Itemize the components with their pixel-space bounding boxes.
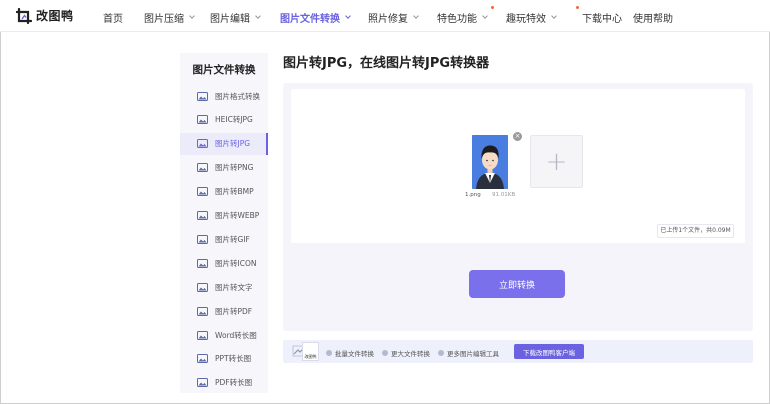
nav-compress[interactable]: 图片压缩: [144, 10, 195, 25]
chevron-down-icon: [482, 13, 488, 19]
uploaded-image-thumbnail[interactable]: [472, 135, 508, 189]
image-file-icon: [197, 91, 208, 101]
app-card-label: 改图鸭: [304, 354, 317, 359]
sidebar-item[interactable]: PDF转长图: [180, 372, 268, 394]
logo[interactable]: 改图鸭: [16, 7, 74, 24]
top-nav-bar: 改图鸭 首页 图片压缩 图片编辑 图片文件转换 照片修复 特色功能 趣玩特效 下…: [0, 0, 770, 32]
upload-status: 已上传1个文件，共0.09M: [657, 224, 734, 238]
nav-fun-effects-label: 趣玩特效: [506, 14, 546, 25]
sidebar-item-label: PDF转长图: [215, 378, 253, 388]
logo-icon: [16, 7, 32, 24]
nav-edit-label: 图片编辑: [210, 14, 250, 25]
check-icon: [438, 350, 444, 356]
nav-help-label: 使用帮助: [633, 14, 673, 25]
feature-more-tools: 更多图片编辑工具: [438, 348, 499, 358]
sidebar-title: 图片文件转换: [192, 64, 256, 76]
sidebar-item-label: 图片转WEBP: [215, 211, 260, 220]
sidebar-item[interactable]: 图片转PNG: [180, 157, 268, 179]
image-file-icon: [197, 211, 208, 220]
nav-photo-repair-label: 照片修复: [368, 14, 408, 25]
image-file-icon: [197, 139, 208, 149]
feature-large-file: 更大文件转换: [382, 348, 430, 358]
feature-large-file-label: 更大文件转换: [391, 350, 430, 358]
portrait-image: [472, 135, 508, 189]
sidebar-item[interactable]: HEIC转JPG: [180, 109, 268, 131]
image-file-icon: [197, 234, 208, 244]
image-file-icon: [197, 258, 208, 268]
chevron-down-icon: [413, 13, 419, 19]
sidebar-item-label: 图片格式转换: [215, 91, 260, 101]
nav-features[interactable]: 特色功能: [437, 10, 488, 25]
nav-file-convert[interactable]: 图片文件转换: [280, 10, 351, 25]
nav-edit[interactable]: 图片编辑: [210, 10, 261, 25]
nav-home[interactable]: 首页: [103, 10, 123, 25]
new-badge-dot: [576, 6, 579, 9]
check-icon: [326, 350, 332, 356]
image-file-icon: [197, 187, 208, 197]
sidebar-item-label: 图片转PNG: [215, 163, 254, 173]
nav-help[interactable]: 使用帮助: [633, 10, 673, 25]
sidebar-item-label: 图片转GIF: [215, 234, 250, 244]
chevron-down-icon: [189, 13, 195, 19]
image-file-icon: [197, 115, 208, 125]
chevron-down-icon: [255, 13, 261, 19]
sidebar-item[interactable]: 图片转GIF: [180, 228, 268, 250]
sidebar-item-label: PPT转长图: [215, 354, 252, 364]
image-file-icon: [197, 330, 208, 340]
feature-more-tools-label: 更多图片编辑工具: [447, 350, 499, 358]
nav-download[interactable]: 下载中心: [582, 10, 622, 25]
nav-compress-label: 图片压缩: [144, 14, 184, 25]
check-icon: [382, 350, 388, 356]
image-file-icon: [197, 282, 208, 292]
nav-file-convert-label: 图片文件转换: [280, 14, 340, 25]
sidebar-item-label: 图片转文字: [215, 282, 253, 292]
file-size: 91.01KB: [492, 192, 516, 198]
sidebar-item[interactable]: 图片转PDF: [180, 300, 268, 322]
sidebar-item-label: 图片转BMP: [215, 187, 254, 197]
nav-download-label: 下载中心: [582, 14, 622, 25]
nav-photo-repair[interactable]: 照片修复: [368, 10, 419, 25]
app-card: 改图鸭: [302, 342, 319, 361]
sidebar-item[interactable]: 图片转JPG: [180, 132, 268, 155]
feature-batch-label: 批量文件转换: [335, 350, 374, 358]
sidebar-item[interactable]: PPT转长图: [180, 348, 268, 370]
sidebar-item-label: HEIC转JPG: [215, 115, 253, 125]
plus-icon: +: [545, 146, 568, 177]
sidebar-item-label: Word转长图: [215, 330, 257, 340]
image-file-icon: [197, 378, 208, 388]
feature-batch: 批量文件转换: [326, 348, 374, 358]
chevron-down-icon: [551, 13, 557, 19]
sidebar-item-label: 图片转PDF: [215, 306, 253, 316]
image-file-icon: [197, 354, 208, 364]
nav-fun-effects[interactable]: 趣玩特效: [506, 10, 557, 25]
sidebar-item-label: 图片转ICON: [215, 258, 257, 268]
image-file-icon: [197, 306, 208, 316]
upload-area[interactable]: [291, 89, 745, 243]
sidebar-item-label: 图片转JPG: [215, 139, 251, 149]
image-file-icon: [197, 163, 208, 173]
nav-features-label: 特色功能: [437, 14, 477, 25]
sidebar-item[interactable]: 图片转WEBP: [180, 205, 268, 227]
add-image-button[interactable]: +: [530, 135, 583, 188]
sidebar-item[interactable]: 图片转ICON: [180, 252, 268, 274]
logo-text: 改图鸭: [36, 9, 74, 23]
file-name: 1.png: [465, 192, 481, 198]
nav-home-label: 首页: [103, 14, 123, 25]
chevron-down-icon: [345, 13, 351, 19]
convert-now-button[interactable]: 立即转换: [469, 270, 565, 298]
download-client-button[interactable]: 下载改图鸭客户端: [514, 344, 584, 359]
sidebar-item[interactable]: 图片转文字: [180, 276, 268, 298]
remove-image-button[interactable]: ×: [513, 132, 522, 141]
page-title: 图片转JPG，在线图片转JPG转换器: [283, 56, 490, 71]
sidebar-item[interactable]: 图片转BMP: [180, 181, 268, 203]
sidebar-item[interactable]: Word转长图: [180, 324, 268, 346]
new-badge-dot: [491, 6, 494, 9]
sidebar-item[interactable]: 图片格式转换: [180, 85, 268, 107]
